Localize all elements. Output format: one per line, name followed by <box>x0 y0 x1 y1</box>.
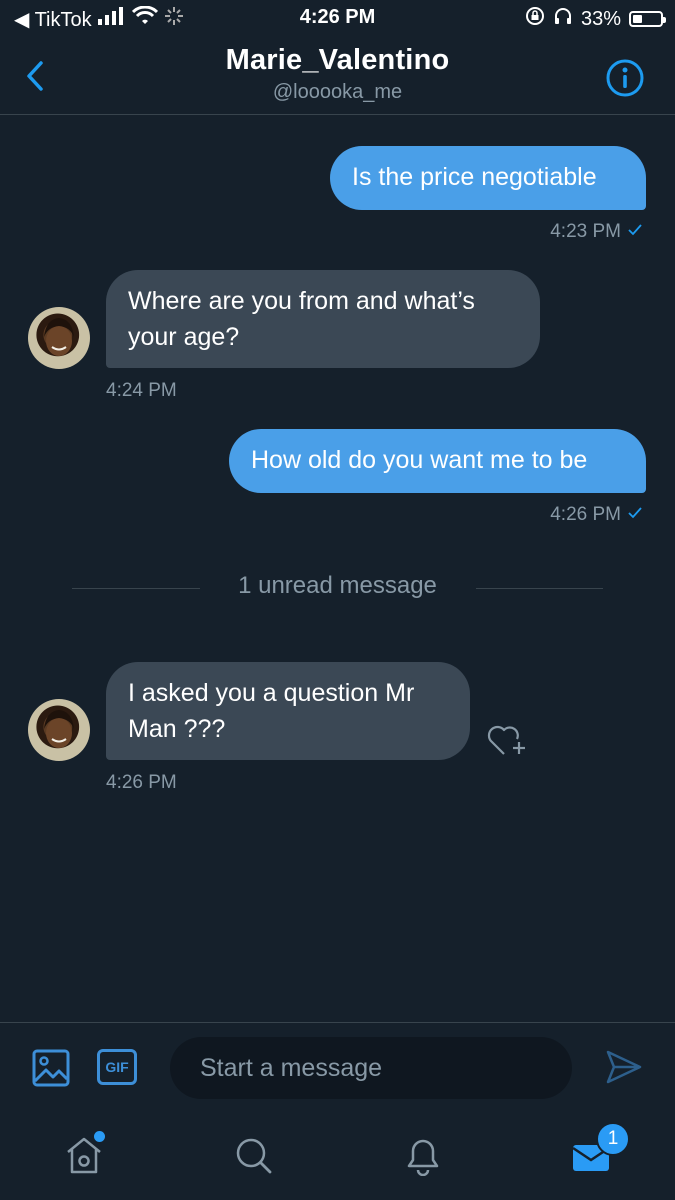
message-meta: 4:26 PM <box>550 504 643 526</box>
conversation-handle: @looooka_me <box>272 81 403 103</box>
avatar[interactable] <box>28 699 90 761</box>
send-button[interactable] <box>605 1049 643 1090</box>
add-image-button[interactable] <box>32 1049 70 1092</box>
messages-badge: 1 <box>596 1122 630 1156</box>
message-bubble-outgoing[interactable]: Is the price negotiable <box>330 146 646 210</box>
message-meta: 4:23 PM <box>550 221 643 243</box>
orientation-lock-icon <box>525 6 545 32</box>
tab-search[interactable] <box>234 1134 274 1181</box>
search-icon <box>236 1138 272 1174</box>
tab-messages[interactable]: 1 <box>572 1122 630 1181</box>
status-bar: ◀ TikTok 4:26 PM 33% <box>0 0 675 36</box>
unread-divider: 1 unread message <box>238 572 437 599</box>
headphones-icon <box>553 6 573 32</box>
battery-icon <box>629 11 666 27</box>
send-icon <box>606 1050 642 1084</box>
message-bubble-outgoing[interactable]: How old do you want me to be <box>229 429 646 493</box>
message-composer: GIF <box>0 1022 675 1115</box>
battery-percentage: 33% <box>580 7 621 30</box>
heart-plus-icon <box>487 725 525 755</box>
divider-line-right <box>476 588 603 589</box>
sent-check-icon <box>627 504 643 526</box>
sent-check-icon <box>627 221 643 243</box>
avatar[interactable] <box>28 307 90 369</box>
bell-icon <box>407 1139 439 1177</box>
message-input[interactable] <box>170 1037 572 1099</box>
react-heart-button[interactable] <box>486 722 528 763</box>
conversation-header: Marie_Valentino @looooka_me <box>0 36 675 115</box>
tab-notifications[interactable] <box>403 1134 443 1181</box>
message-bubble-incoming[interactable]: I asked you a question Mr Man ??? <box>106 662 470 760</box>
image-icon <box>32 1049 70 1087</box>
message-bubble-incoming[interactable]: Where are you from and what’s your age? <box>106 270 540 368</box>
message-meta: 4:26 PM <box>106 772 177 794</box>
new-content-dot <box>94 1131 105 1142</box>
add-gif-button[interactable]: GIF <box>97 1049 137 1085</box>
tab-home[interactable] <box>64 1131 105 1181</box>
bottom-tab-bar: 1 <box>0 1114 675 1200</box>
info-icon <box>606 59 644 97</box>
message-time: 4:26 PM <box>550 504 621 525</box>
message-time: 4:23 PM <box>550 221 621 242</box>
message-meta: 4:24 PM <box>106 380 177 402</box>
message-time: 4:24 PM <box>106 380 177 401</box>
info-button[interactable] <box>605 58 645 103</box>
conversation-title[interactable]: Marie_Valentino <box>0 44 675 77</box>
message-time: 4:26 PM <box>106 772 177 793</box>
